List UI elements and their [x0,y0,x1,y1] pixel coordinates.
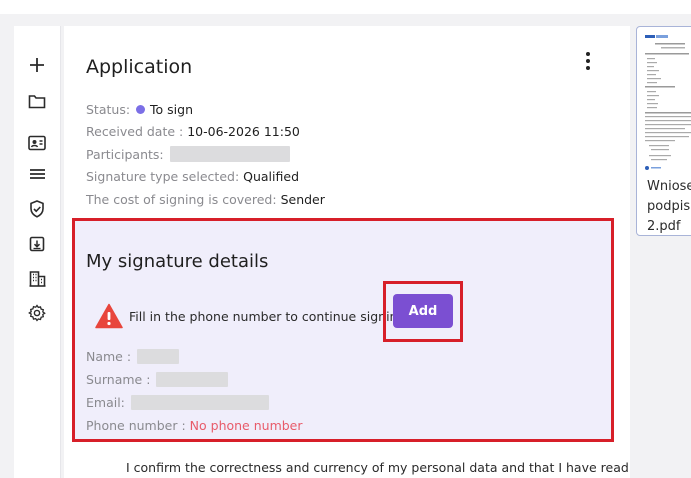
archive-box-icon[interactable] [25,233,49,255]
confirmation-text: I confirm the correctness and currency o… [126,460,630,475]
add-phone-button[interactable]: Add [393,294,453,328]
signature-type-label: Signature type selected: [86,169,240,184]
document-card[interactable]: Wniose podpis . 2.pdf [636,26,691,236]
status-value: To sign [150,102,194,117]
received-date-row: Received date : 10-06-2026 11:50 [86,124,300,139]
participants-row: Participants: [86,146,290,162]
email-redacted [130,395,269,410]
phone-label: Phone number : [86,418,186,433]
received-date-value: 10-06-2026 11:50 [187,124,300,139]
signature-details-title: My signature details [86,251,269,272]
cost-row: The cost of signing is covered: Sender [86,192,325,207]
top-bar [0,0,691,14]
participants-label: Participants: [86,147,164,162]
document-name-line1: Wniose [647,179,691,194]
left-strip [0,14,14,478]
name-row: Name : [86,349,180,364]
email-label: Email: [86,395,125,410]
list-icon[interactable] [25,164,49,186]
page-title: Application [86,56,193,78]
email-row: Email: [86,395,269,410]
document-name-line3: 2.pdf [647,219,681,234]
document-name-line2: podpis . [647,199,691,214]
signature-type-value: Qualified [243,169,300,184]
document-name[interactable]: Wniose podpis . 2.pdf [647,177,691,235]
application-panel: Application Status: To sign Received dat… [64,26,630,478]
warning-text: Fill in the phone number to continue sig… [129,308,406,324]
more-options-icon[interactable] [578,50,598,72]
surname-row: Surname : [86,372,229,387]
name-label: Name : [86,349,132,364]
gear-icon[interactable] [25,302,49,324]
shield-check-icon[interactable] [25,198,49,220]
cost-value: Sender [280,192,325,207]
folder-icon[interactable] [25,90,49,112]
received-date-label: Received date : [86,124,184,139]
status-dot-icon [136,105,146,114]
contact-card-icon[interactable] [25,132,49,154]
add-button-highlight: Add [383,281,463,342]
phone-row: Phone number : No phone number [86,418,303,433]
warning-icon [95,303,123,329]
signature-type-row: Signature type selected: Qualified [86,169,299,184]
phone-value: No phone number [189,418,303,433]
building-icon[interactable] [25,267,49,289]
document-thumbnail [641,31,691,173]
plus-icon[interactable] [25,54,49,76]
phone-warning: Fill in the phone number to continue sig… [95,303,405,329]
status-row: Status: To sign [86,102,193,117]
status-label: Status: [86,102,131,117]
participants-redacted [169,146,290,162]
sidebar [14,26,61,478]
surname-redacted [156,372,229,387]
name-redacted [137,349,180,364]
cost-label: The cost of signing is covered: [86,192,277,207]
signature-details-panel: My signature details Fill in the phone n… [72,218,614,442]
surname-label: Surname : [86,372,151,387]
